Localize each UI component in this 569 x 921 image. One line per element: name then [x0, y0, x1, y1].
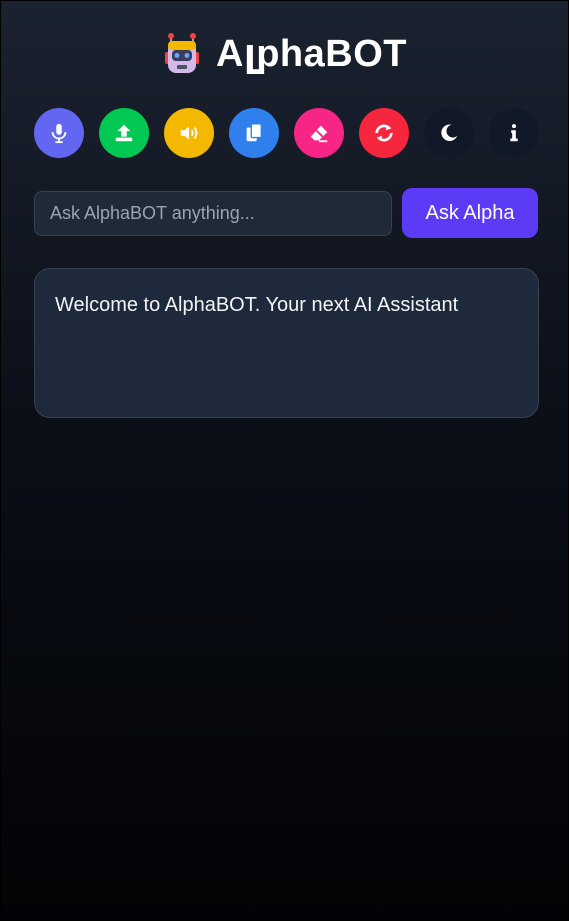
ask-alpha-button[interactable]: Ask Alpha	[402, 188, 538, 238]
robot-icon	[165, 32, 199, 73]
eraser-icon	[310, 125, 328, 143]
ask-input[interactable]	[34, 190, 392, 236]
speaker-icon	[180, 126, 198, 140]
microphone-button[interactable]	[34, 108, 84, 158]
ask-row: Ask Alpha	[34, 188, 539, 238]
upload-button[interactable]	[99, 108, 149, 158]
response-box: Welcome to AlphaBOT. Your next AI Assist…	[34, 268, 539, 418]
refresh-icon	[375, 124, 393, 142]
info-button[interactable]	[489, 108, 539, 158]
toolbar	[34, 108, 539, 158]
moon-icon	[441, 124, 458, 141]
microphone-icon	[51, 123, 67, 144]
app-header: AլphaBOT	[1, 31, 568, 76]
eraser-button[interactable]	[294, 108, 344, 158]
copy-button[interactable]	[229, 108, 279, 158]
upload-icon	[115, 124, 133, 142]
refresh-button[interactable]	[359, 108, 409, 158]
copy-icon	[246, 123, 263, 142]
info-icon	[510, 124, 518, 142]
app-title: AլphaBOT	[216, 33, 407, 75]
theme-toggle-button[interactable]	[424, 108, 474, 158]
response-text: Welcome to AlphaBOT. Your next AI Assist…	[55, 294, 459, 316]
speaker-button[interactable]	[164, 108, 214, 158]
